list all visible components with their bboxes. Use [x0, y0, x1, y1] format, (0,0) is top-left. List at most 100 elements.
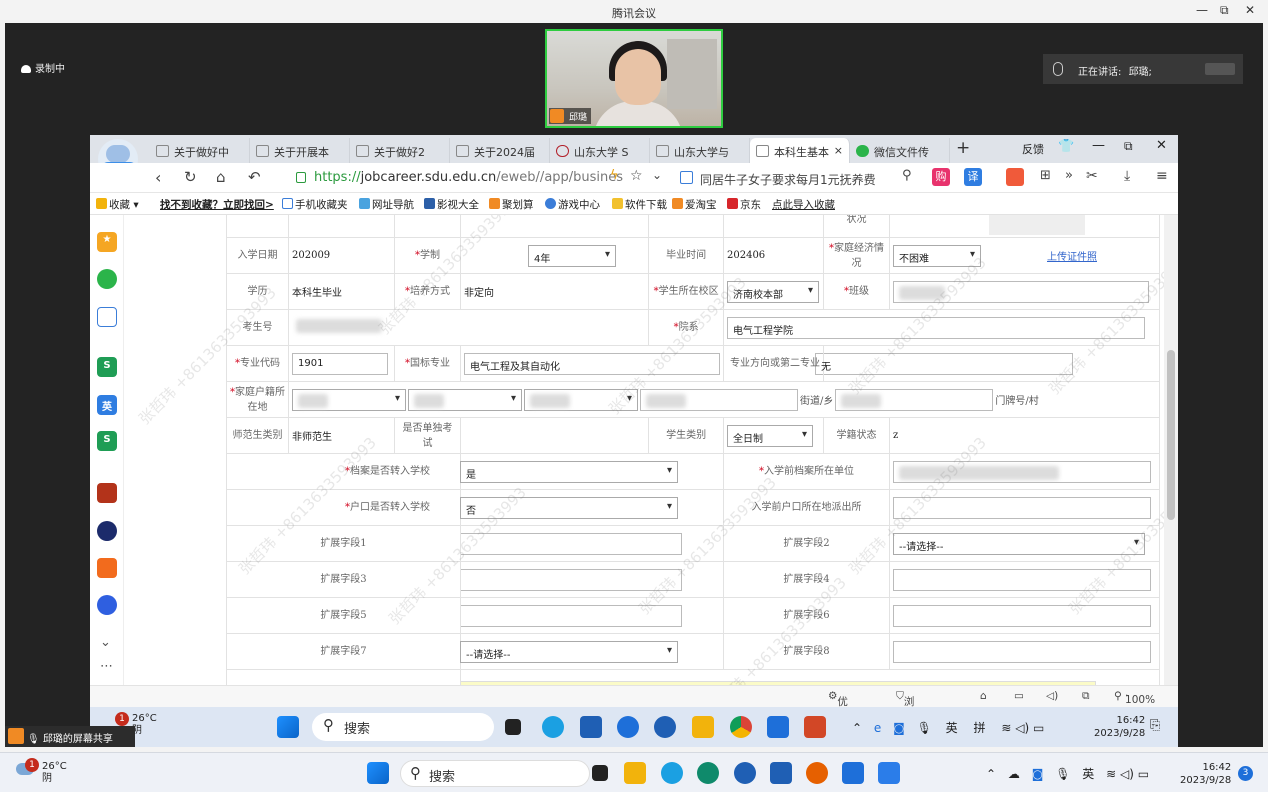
page-scrollbar[interactable] [1164, 215, 1178, 685]
chrome-icon[interactable] [730, 716, 752, 738]
tab-2[interactable]: 关于开展本 [250, 138, 350, 163]
ime-english[interactable]: 英 [1082, 767, 1094, 781]
english-icon[interactable]: 英 [97, 395, 117, 415]
bookmark-favorites[interactable]: 收藏 ▾ [96, 197, 139, 212]
class-input[interactable] [893, 280, 1149, 303]
mango-tv-icon[interactable] [97, 558, 117, 578]
file-explorer-icon[interactable] [624, 762, 646, 784]
news-ticker[interactable]: 同居牛子女子要求每月1元抚养费 [676, 167, 901, 189]
translate-icon[interactable]: 译 [964, 168, 982, 186]
bookmark-mobile[interactable]: 手机收藏夹 [282, 197, 348, 212]
tab-5[interactable]: 山东大学 S [550, 138, 650, 163]
close-button[interactable]: ✕ [1245, 3, 1255, 17]
tab-1[interactable]: 关于做好中 [150, 138, 250, 163]
province-select[interactable] [292, 388, 406, 411]
tencent-meeting-icon[interactable] [842, 762, 864, 784]
toolbox-icon[interactable]: ⌂ [980, 690, 987, 702]
screen-share-indicator[interactable]: 🎙 邱璐的屏幕共享 [5, 726, 135, 747]
archive-unit-input[interactable] [893, 460, 1151, 483]
maximize-button[interactable]: ⧉ [1220, 3, 1229, 18]
sheet-icon[interactable]: S [97, 357, 117, 377]
browser-app-icon[interactable] [654, 716, 676, 738]
city-select[interactable] [408, 388, 522, 411]
minimize-button[interactable]: — [1196, 3, 1208, 17]
feedback-button[interactable]: 反馈 [1022, 141, 1044, 157]
windows-start-icon[interactable] [277, 716, 299, 738]
inner-tray[interactable]: ⌃ e ◙ 🎙 英 拼 ≋ ◁) ▭ [852, 719, 1044, 736]
speedup-button[interactable]: ⚙ 优化加速 [828, 690, 848, 747]
major-code-input[interactable]: 1901 [292, 352, 388, 375]
tray-shield-icon[interactable]: ◙ [893, 721, 905, 735]
inner-search-box[interactable]: 搜索 [312, 713, 494, 741]
recording-indicator[interactable]: 录制中 [21, 60, 65, 75]
battery-icon[interactable]: ▭ [1138, 767, 1149, 781]
browser-minimize-icon[interactable]: — [1092, 138, 1105, 153]
edge-dev-icon[interactable] [697, 762, 719, 784]
doctor-button[interactable]: ⛉ 浏览器医生 [896, 690, 914, 747]
phone-link-icon[interactable] [878, 762, 900, 784]
scrollbar-thumb[interactable] [1167, 350, 1175, 520]
outer-tray[interactable]: ⌃ ☁ ◙ 🎙 英 ≋ ◁) ▭ [986, 765, 1149, 782]
outer-clock[interactable]: 16:42 2023/9/28 [1180, 761, 1231, 787]
bookmark-taobao[interactable]: 爱淘宝 [672, 197, 717, 212]
ext-field-8-input[interactable] [893, 640, 1151, 663]
powerpoint-icon[interactable] [804, 716, 826, 738]
bookmark-juhuasuan[interactable]: 聚划算 [489, 197, 534, 212]
police-input[interactable] [893, 496, 1151, 519]
browser-close-icon[interactable]: ✕ [1156, 138, 1167, 153]
direction-input[interactable]: 无 [815, 352, 1073, 375]
menu-icon[interactable]: ≡ [1156, 168, 1168, 184]
scissors-icon[interactable]: ✂ [1086, 168, 1098, 184]
bookmark-software[interactable]: 软件下载 [612, 197, 667, 212]
tencent-meeting-icon[interactable] [767, 716, 789, 738]
windows-start-icon[interactable] [367, 762, 389, 784]
bookmark-video[interactable]: 影视大全 [424, 197, 479, 212]
major-input[interactable]: 电气工程及其自动化 [464, 352, 720, 375]
street-input[interactable] [640, 388, 798, 411]
browser-restore-icon[interactable]: ⧉ [1124, 139, 1133, 154]
window-icon[interactable]: ⧉ [1082, 690, 1090, 703]
download-icon[interactable]: ⤓ [1124, 168, 1130, 184]
tab-8[interactable]: 微信文件传 [850, 138, 950, 163]
ext-field-6-input[interactable] [893, 604, 1151, 627]
bookmark-import[interactable]: 点此导入收藏 [772, 197, 835, 212]
star-icon[interactable]: ☆ [630, 168, 643, 184]
more-icon[interactable]: ⋯ [100, 659, 113, 674]
firefox-icon[interactable] [806, 762, 828, 784]
dept-input[interactable]: 电气工程学院 [727, 316, 1145, 339]
wifi-icon[interactable]: ≋ [1106, 767, 1116, 781]
file-explorer-icon[interactable] [692, 716, 714, 738]
shopping-icon[interactable]: 购 [932, 168, 950, 186]
tab-active[interactable]: 本科生基本 × [750, 138, 850, 163]
apps-grid-icon[interactable]: ⊞ [1040, 168, 1051, 183]
ext-field-7-select[interactable]: --请选择-- [460, 640, 678, 663]
bookmark-recover[interactable]: 找不到收藏？立即找回> [160, 197, 274, 212]
bookmark-games[interactable]: 游戏中心 [545, 197, 600, 212]
county-select[interactable] [524, 388, 638, 411]
notification-badge[interactable]: 3 [1238, 766, 1253, 781]
reload-icon[interactable]: ↻ [184, 168, 197, 186]
archive-select[interactable]: 是 [460, 460, 678, 483]
vr-icon[interactable]: ▭ [1014, 690, 1024, 702]
back-icon[interactable]: ‹ [155, 168, 161, 187]
tray-mic-icon[interactable]: 🎙 [917, 721, 932, 735]
orb-app-icon[interactable] [97, 521, 117, 541]
notification-icon[interactable]: ⎘ [1150, 718, 1160, 733]
volume-icon[interactable]: ◁) [1120, 767, 1134, 781]
student-type-select[interactable]: 全日制 [727, 424, 813, 447]
game-icon[interactable] [1006, 168, 1024, 186]
history-clock-icon[interactable] [97, 269, 117, 289]
shirt-skin-icon[interactable]: 👕 [1058, 139, 1074, 154]
close-tab-button[interactable]: × [834, 144, 843, 157]
chevron-down-icon[interactable]: ⌄ [100, 635, 111, 650]
document-icon[interactable] [97, 307, 117, 327]
game-app-icon[interactable] [97, 483, 117, 503]
campus-select[interactable]: 济南校本部 [727, 280, 819, 303]
ext-field-5-input[interactable] [460, 604, 682, 627]
duration-select[interactable]: 4年 [528, 244, 616, 267]
inner-clock[interactable]: 16:42 2023/9/28 [1094, 714, 1145, 740]
baidu-icon[interactable] [97, 595, 117, 615]
undo-icon[interactable]: ↶ [248, 168, 261, 186]
upload-photo-link[interactable]: 上传证件照 [1047, 248, 1097, 263]
ext-field-3-input[interactable] [460, 568, 682, 591]
